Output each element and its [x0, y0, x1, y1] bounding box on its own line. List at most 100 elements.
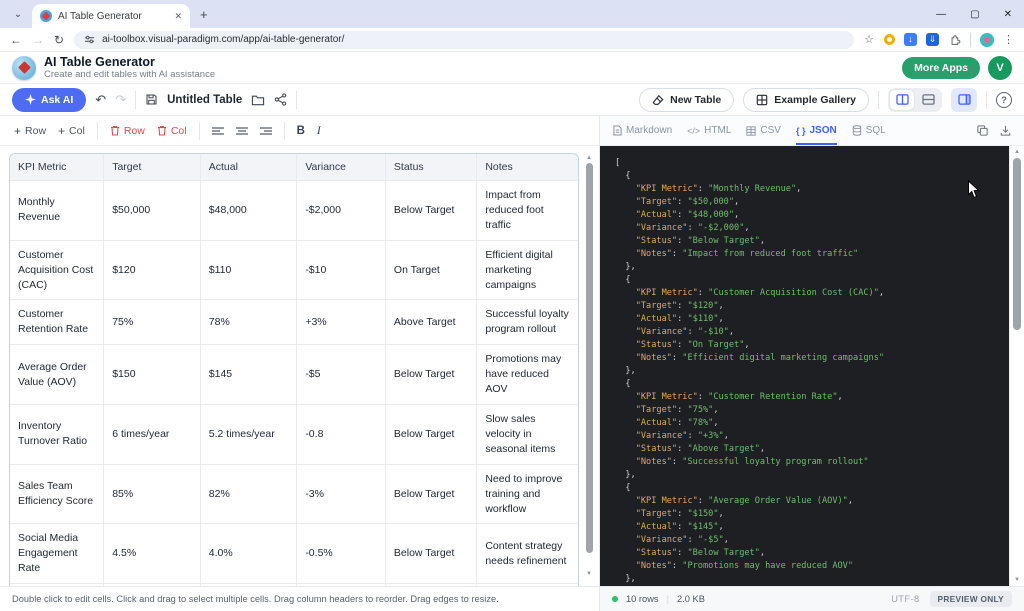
table-cell[interactable]: $50,000 — [104, 181, 201, 241]
new-tab-button[interactable]: + — [200, 7, 208, 22]
copy-icon[interactable] — [977, 125, 988, 136]
reload-icon[interactable]: ↻ — [54, 34, 64, 46]
add-row-button[interactable]: +Row — [14, 124, 46, 138]
table-cell[interactable]: Below Target — [385, 345, 476, 405]
toggle-preview-panel-button[interactable] — [951, 88, 977, 112]
window-close-icon[interactable]: ✕ — [1004, 9, 1012, 20]
open-button[interactable] — [251, 94, 265, 106]
scrollbar-thumb[interactable] — [1013, 158, 1021, 330]
table-cell[interactable]: Efficient digital marketing campaigns — [477, 240, 578, 300]
table-cell[interactable]: -0.5% — [297, 524, 386, 584]
scrollbar-thumb[interactable] — [586, 163, 593, 553]
table-cell[interactable]: Content strategy needs refinement — [477, 524, 578, 584]
column-header[interactable]: Actual — [200, 154, 297, 181]
table-cell[interactable]: $150 — [104, 345, 201, 405]
table-cell[interactable]: -2% — [297, 584, 386, 586]
table-cell[interactable]: +3% — [297, 300, 386, 345]
table-cell[interactable]: -$5 — [297, 345, 386, 405]
scroll-up-icon[interactable]: ▲ — [586, 154, 592, 162]
share-button[interactable] — [274, 93, 287, 106]
split-horizontal-button[interactable] — [916, 90, 940, 110]
table-cell[interactable]: 90% — [104, 584, 201, 586]
extension-save-icon[interactable]: ⇓ — [926, 33, 939, 46]
table-cell[interactable]: Monthly Revenue — [10, 181, 104, 241]
table-cell[interactable]: $48,000 — [200, 181, 297, 241]
table-cell[interactable]: $145 — [200, 345, 297, 405]
window-minimize-icon[interactable]: — — [936, 9, 946, 20]
split-vertical-button[interactable] — [890, 90, 914, 110]
browser-tab[interactable]: AI Table Generator ✕ — [32, 4, 190, 28]
tab-csv[interactable]: CSV — [746, 116, 781, 145]
table-cell[interactable]: Sales Team Efficiency Score — [10, 464, 104, 524]
table-cell[interactable]: Below Target — [385, 181, 476, 241]
column-header[interactable]: Notes — [477, 154, 578, 181]
table-cell[interactable]: Successful loyalty program rollout — [477, 300, 578, 345]
browser-menu-icon[interactable]: ⋮ — [1003, 33, 1014, 46]
table-cell[interactable]: Promotions may have reduced AOV — [477, 345, 578, 405]
table-cell[interactable]: On Target — [385, 240, 476, 300]
tab-html[interactable]: </> HTML — [687, 116, 731, 145]
table-cell[interactable]: Below Target — [385, 524, 476, 584]
help-button[interactable]: ? — [996, 92, 1012, 108]
tab-json[interactable]: { } JSON — [796, 116, 837, 145]
align-left-button[interactable] — [212, 126, 224, 136]
user-avatar[interactable]: V — [988, 56, 1012, 80]
forward-icon[interactable]: → — [32, 34, 44, 46]
table-scrollbar[interactable]: ▲ ▼ — [583, 154, 595, 578]
table-cell[interactable]: 5.2 times/year — [200, 404, 297, 464]
table-cell[interactable]: Operational Efficiency Score — [10, 584, 104, 586]
document-name[interactable]: Untitled Table — [167, 94, 242, 106]
table-cell[interactable]: Below Target — [385, 404, 476, 464]
new-table-button[interactable]: New Table — [639, 88, 734, 112]
align-right-button[interactable] — [260, 126, 272, 136]
table-cell[interactable]: Need to improve training and workflow — [477, 464, 578, 524]
column-header[interactable]: Variance — [297, 154, 386, 181]
table-cell[interactable]: 82% — [200, 464, 297, 524]
scroll-down-icon[interactable]: ▼ — [1014, 576, 1020, 584]
extension-download-icon[interactable]: ↓ — [904, 33, 917, 46]
example-gallery-button[interactable]: Example Gallery — [743, 88, 869, 112]
italic-button[interactable]: I — [317, 125, 321, 137]
table-cell[interactable]: Impact from reduced foot traffic — [477, 181, 578, 241]
table-cell[interactable]: Customer Acquisition Cost (CAC) — [10, 240, 104, 300]
extension-ring-icon[interactable] — [884, 34, 895, 45]
table-cell[interactable]: Social Media Engagement Rate — [10, 524, 104, 584]
table-cell[interactable]: 4.0% — [200, 524, 297, 584]
scroll-up-icon[interactable]: ▲ — [1014, 148, 1020, 156]
redo-icon[interactable]: ↷ — [115, 93, 126, 106]
scroll-down-icon[interactable]: ▼ — [586, 570, 592, 578]
download-icon[interactable] — [1000, 125, 1011, 136]
table-cell[interactable]: 75% — [104, 300, 201, 345]
bold-button[interactable]: B — [297, 125, 305, 137]
table-cell[interactable]: Inventory Turnover Ratio — [10, 404, 104, 464]
add-column-button[interactable]: +Col — [58, 124, 85, 138]
table-cell[interactable]: $110 — [200, 240, 297, 300]
table-cell[interactable]: Below Target — [385, 584, 476, 586]
code-scrollbar[interactable]: ▲ ▼ — [1009, 146, 1024, 586]
table-cell[interactable]: -3% — [297, 464, 386, 524]
table-cell[interactable]: Above Target — [385, 300, 476, 345]
bookmark-star-icon[interactable]: ☆ — [864, 33, 874, 46]
table-cell[interactable]: Below Target — [385, 464, 476, 524]
window-maximize-icon[interactable]: ▢ — [970, 9, 979, 20]
tab-search-chevron-icon[interactable]: ⌄ — [10, 9, 26, 20]
back-icon[interactable]: ← — [10, 34, 22, 46]
delete-column-button[interactable]: Col — [157, 125, 187, 137]
table-cell[interactable]: -0.8 — [297, 404, 386, 464]
table-cell[interactable]: 85% — [104, 464, 201, 524]
table-cell[interactable]: -$2,000 — [297, 181, 386, 241]
table-cell[interactable]: Customer Retention Rate — [10, 300, 104, 345]
column-header[interactable]: Target — [104, 154, 201, 181]
align-center-button[interactable] — [236, 126, 248, 136]
table-cell[interactable]: -$10 — [297, 240, 386, 300]
table-cell[interactable]: Average Order Value (AOV) — [10, 345, 104, 405]
ask-ai-button[interactable]: Ask AI — [12, 88, 86, 112]
column-header[interactable]: Status — [385, 154, 476, 181]
table-cell[interactable]: 78% — [200, 300, 297, 345]
table-cell[interactable]: 88% — [200, 584, 297, 586]
json-code-editor[interactable]: [ { "KPI Metric": "Monthly Revenue", "Ta… — [600, 146, 1009, 586]
table-cell[interactable]: 6 times/year — [104, 404, 201, 464]
tab-close-icon[interactable]: ✕ — [174, 11, 182, 22]
table-cell[interactable]: 4.5% — [104, 524, 201, 584]
column-header[interactable]: KPI Metric — [10, 154, 104, 181]
